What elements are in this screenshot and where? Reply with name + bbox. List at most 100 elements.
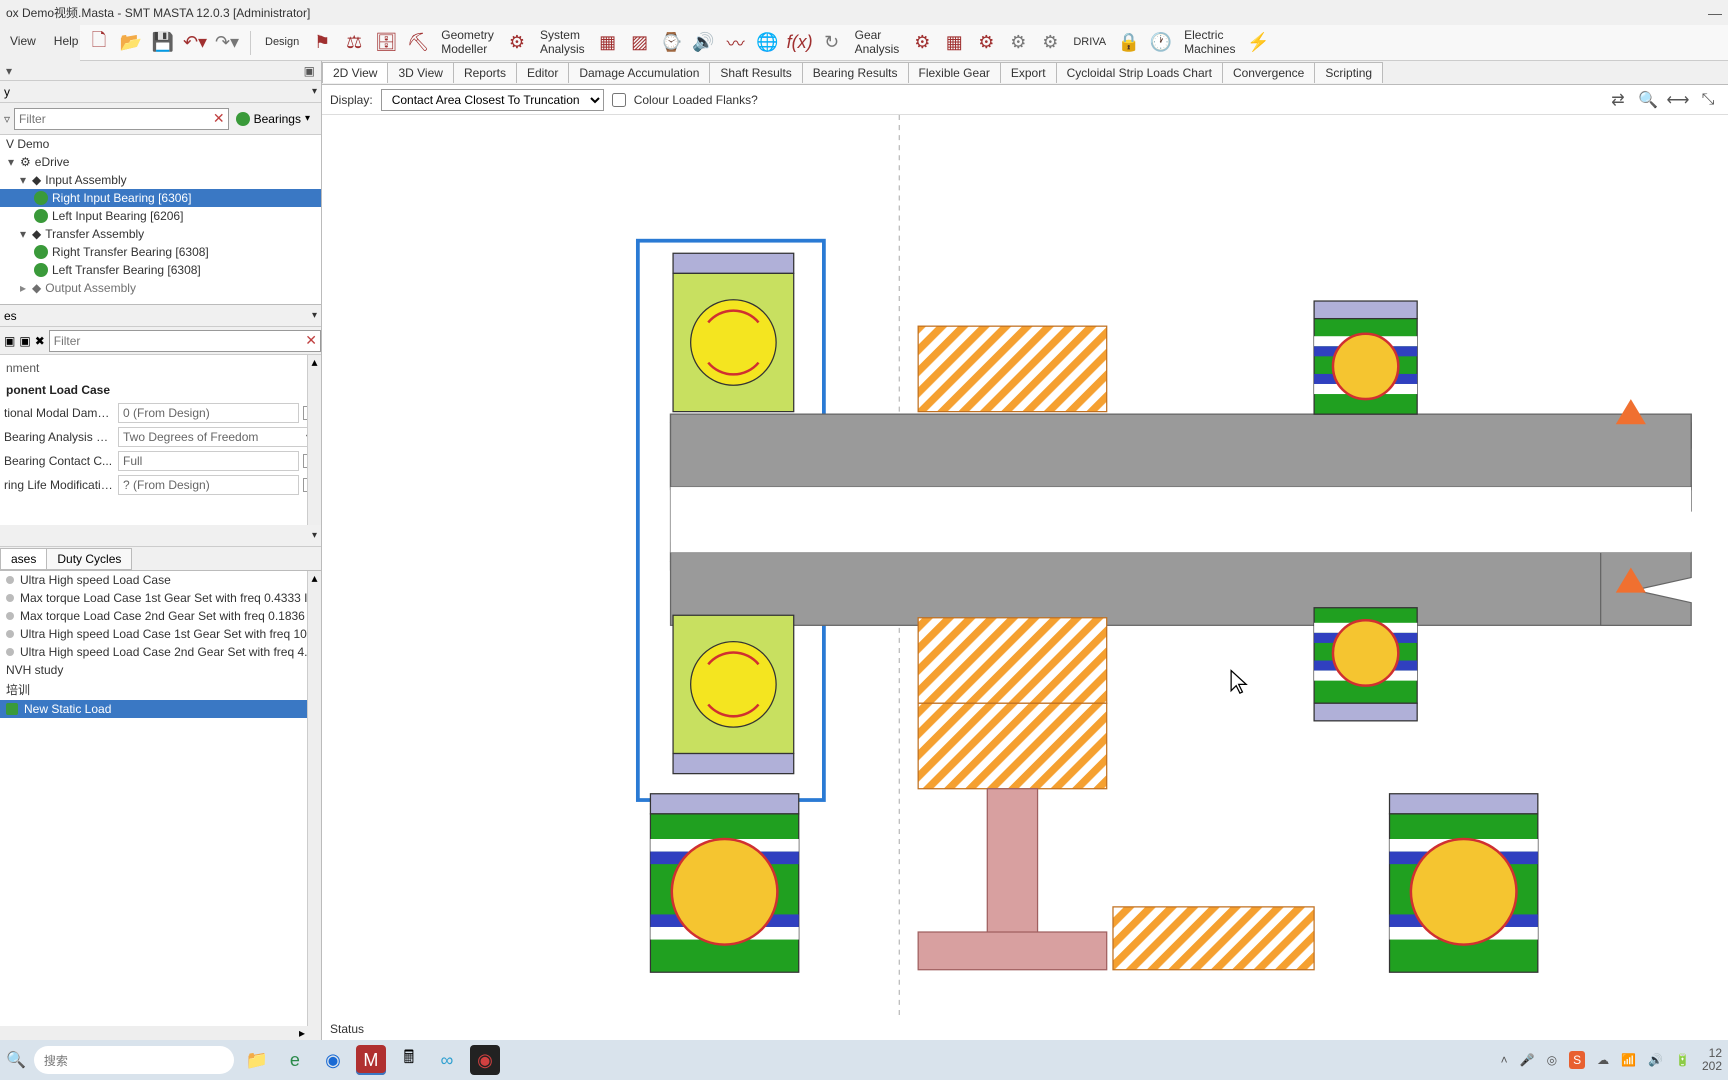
chart1-icon[interactable]: ▦ bbox=[595, 30, 621, 56]
tree-left-transfer-bearing[interactable]: Left Transfer Bearing [6308] bbox=[0, 261, 321, 279]
props-tool3-icon[interactable]: ✖ bbox=[35, 334, 45, 348]
tree-input-assembly[interactable]: ▾◆Input Assembly bbox=[0, 171, 321, 189]
redo-icon[interactable]: ↷▾ bbox=[214, 30, 240, 56]
gear2-icon[interactable]: ⚙ bbox=[909, 30, 935, 56]
design-button[interactable]: Design bbox=[261, 36, 303, 48]
tab-damage[interactable]: Damage Accumulation bbox=[568, 62, 710, 83]
tree-edrive[interactable]: ▾⚙eDrive bbox=[0, 153, 321, 171]
wifi-icon[interactable]: 📶 bbox=[1621, 1053, 1636, 1067]
tree-root[interactable]: V Demo bbox=[0, 135, 321, 153]
save-icon[interactable]: 💾 bbox=[150, 30, 176, 56]
load-case-item[interactable]: Max torque Load Case 2nd Gear Set with f… bbox=[0, 607, 321, 625]
tab-2d-view[interactable]: 2D View bbox=[322, 62, 388, 83]
flag-icon[interactable]: ⚑ bbox=[309, 30, 335, 56]
model-tree[interactable]: V Demo ▾⚙eDrive ▾◆Input Assembly Right I… bbox=[0, 135, 321, 305]
cloud-icon[interactable]: ☁ bbox=[1597, 1053, 1609, 1067]
calculator-icon[interactable]: 🖩 bbox=[394, 1045, 424, 1075]
load-case-item-selected[interactable]: New Static Load bbox=[0, 700, 321, 718]
bearing-contact-value[interactable]: Full bbox=[118, 451, 299, 471]
gear3-icon[interactable]: ⚙ bbox=[973, 30, 999, 56]
lock-icon[interactable]: 🔒 bbox=[1116, 30, 1142, 56]
tree-left-input-bearing[interactable]: Left Input Bearing [6206] bbox=[0, 207, 321, 225]
grid-icon[interactable]: ▦ bbox=[941, 30, 967, 56]
electric-machines-button[interactable]: Electric Machines bbox=[1180, 29, 1239, 55]
explorer-icon[interactable]: 📁 bbox=[242, 1045, 272, 1075]
load-case-item[interactable]: 培训 bbox=[0, 679, 321, 700]
tool-icon[interactable]: ⛏ bbox=[405, 30, 431, 56]
open-icon[interactable]: 📂 bbox=[118, 30, 144, 56]
vibration-icon[interactable]: 〰 bbox=[723, 30, 749, 56]
expand-icon[interactable]: ▿ bbox=[4, 112, 10, 126]
tree-filter-input[interactable] bbox=[14, 108, 229, 130]
gear-icon[interactable]: ⚙ bbox=[504, 30, 530, 56]
tree-type-dropdown[interactable]: y ▾ bbox=[0, 81, 321, 103]
edge-icon[interactable]: ◉ bbox=[318, 1045, 348, 1075]
sound-icon[interactable]: 🔊 bbox=[691, 30, 717, 56]
volume-icon[interactable]: 🔊 bbox=[1648, 1053, 1663, 1067]
app-icon[interactable]: ∞ bbox=[432, 1045, 462, 1075]
tree-right-transfer-bearing[interactable]: Right Transfer Bearing [6308] bbox=[0, 243, 321, 261]
scrollbar[interactable]: ▴ bbox=[307, 571, 321, 1026]
tree-output-assembly[interactable]: ▸◆Output Assembly bbox=[0, 279, 321, 297]
tree-transfer-assembly[interactable]: ▾◆Transfer Assembly bbox=[0, 225, 321, 243]
tab-reports[interactable]: Reports bbox=[453, 62, 517, 83]
clock-icon[interactable]: 🕐 bbox=[1148, 30, 1174, 56]
tab-shaft[interactable]: Shaft Results bbox=[709, 62, 802, 83]
mic-icon[interactable]: 🎤 bbox=[1520, 1053, 1535, 1067]
menu-view[interactable]: View bbox=[10, 34, 36, 48]
ime-icon[interactable]: S bbox=[1569, 1051, 1585, 1069]
refresh-icon[interactable]: ↻ bbox=[819, 30, 845, 56]
life-mod-value[interactable]: ? (From Design) bbox=[118, 475, 299, 495]
geometry-modeller-button[interactable]: Geometry Modeller bbox=[437, 29, 498, 55]
undo-icon[interactable]: ↶▾ bbox=[182, 30, 208, 56]
tray-up-icon[interactable]: ˄ bbox=[1501, 1053, 1508, 1067]
load-case-item[interactable]: NVH study bbox=[0, 661, 321, 679]
bearings-filter-button[interactable]: Bearings ▾ bbox=[229, 109, 317, 129]
props-dropdown[interactable]: es ▾ bbox=[0, 305, 321, 327]
location-icon[interactable]: ◎ bbox=[1547, 1053, 1557, 1067]
load-case-item[interactable]: Ultra High speed Load Case bbox=[0, 571, 321, 589]
load-case-item[interactable]: Ultra High speed Load Case 1st Gear Set … bbox=[0, 625, 321, 643]
new-icon[interactable]: 🗋 bbox=[86, 30, 112, 56]
load-case-list[interactable]: ▴ Ultra High speed Load Case Max torque … bbox=[0, 571, 321, 1040]
taskbar-clock[interactable]: 12 202 bbox=[1702, 1047, 1722, 1073]
view-axes-icon[interactable]: ⤡ bbox=[1696, 88, 1720, 112]
load-cases-header[interactable]: ▾ bbox=[0, 525, 321, 547]
fx-icon[interactable]: f(x) bbox=[787, 30, 813, 56]
load-case-item[interactable]: Ultra High speed Load Case 2nd Gear Set … bbox=[0, 643, 321, 661]
load-case-item[interactable]: Max torque Load Case 1st Gear Set with f… bbox=[0, 589, 321, 607]
watch-icon[interactable]: ⌚ bbox=[659, 30, 685, 56]
view-zoom-icon[interactable]: 🔍 bbox=[1636, 88, 1660, 112]
modal-damping-value[interactable]: 0 (From Design) bbox=[118, 403, 299, 423]
chart2-icon[interactable]: ▨ bbox=[627, 30, 653, 56]
tab-editor[interactable]: Editor bbox=[516, 62, 569, 83]
props-filter-input[interactable] bbox=[49, 330, 322, 352]
view-measure-icon[interactable]: ⟷ bbox=[1666, 88, 1690, 112]
view-link-icon[interactable]: ⇄ bbox=[1606, 88, 1630, 112]
props-tool2-icon[interactable]: ▣ bbox=[19, 334, 30, 348]
tab-convergence[interactable]: Convergence bbox=[1222, 62, 1315, 83]
colour-flanks-checkbox[interactable] bbox=[612, 93, 626, 107]
masta-app-icon[interactable]: M bbox=[356, 1045, 386, 1075]
tab-scripting[interactable]: Scripting bbox=[1314, 62, 1383, 83]
db-icon[interactable]: 🗄 bbox=[373, 30, 399, 56]
tab-duty-cycles[interactable]: Duty Cycles bbox=[46, 548, 132, 570]
driva-button[interactable]: DRIVA bbox=[1069, 36, 1110, 48]
bearing-analysis-value[interactable]: Two Degrees of Freedom bbox=[118, 427, 317, 447]
bolt-icon[interactable]: ⚡ bbox=[1245, 30, 1271, 56]
tab-cycloidal[interactable]: Cycloidal Strip Loads Chart bbox=[1056, 62, 1223, 83]
scrollbar[interactable]: ▴ bbox=[307, 355, 321, 525]
gear-analysis-button[interactable]: Gear Analysis bbox=[851, 29, 904, 55]
props-tool1-icon[interactable]: ▣ bbox=[4, 334, 15, 348]
tab-bearing[interactable]: Bearing Results bbox=[802, 62, 909, 83]
tab-3d-view[interactable]: 3D View bbox=[387, 62, 453, 83]
panel-dropdown-1[interactable]: ▾ ▣ bbox=[0, 61, 321, 81]
display-mode-select[interactable]: Contact Area Closest To Truncation bbox=[381, 89, 604, 111]
system-analysis-button[interactable]: System Analysis bbox=[536, 29, 589, 55]
tab-export[interactable]: Export bbox=[1000, 62, 1057, 83]
menu-help[interactable]: Help bbox=[54, 34, 79, 48]
tree-right-input-bearing[interactable]: Right Input Bearing [6306] bbox=[0, 189, 321, 207]
minimize-icon[interactable]: — bbox=[1708, 5, 1722, 21]
weight-icon[interactable]: ⚖ bbox=[341, 30, 367, 56]
taskbar-search[interactable]: 搜索 bbox=[34, 1046, 234, 1074]
